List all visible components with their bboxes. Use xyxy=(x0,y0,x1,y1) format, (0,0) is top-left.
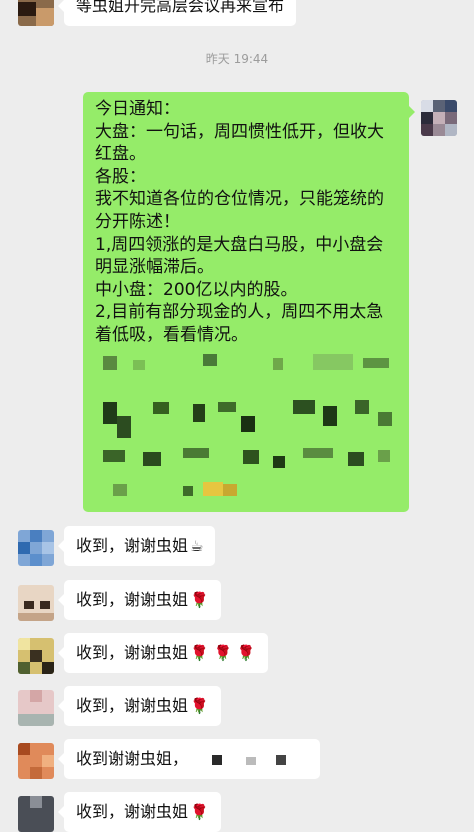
message-bubble[interactable]: 收到谢谢虫姐， xyxy=(58,739,320,779)
message-line: 1,周四领涨的是大盘白马股，中小盘会 xyxy=(95,234,384,255)
rose-icon: 🌹 xyxy=(190,697,209,715)
avatar[interactable] xyxy=(18,585,54,621)
coffee-icon: ☕ xyxy=(190,537,204,555)
message-line: 中小盘：200亿以内的股。 xyxy=(95,279,298,300)
message-bubble[interactable]: 等虫姐开完高层会议再来宣布 xyxy=(57,0,297,26)
message-line: 今日通知： xyxy=(95,99,180,119)
message-line: 各股： xyxy=(95,166,146,187)
message-bubble[interactable]: 收到，谢谢虫姐 🌹 xyxy=(58,686,221,726)
message-line: 大盘：一句话，周四惯性低开，但收大 xyxy=(95,121,384,142)
message-text: 收到谢谢虫姐， xyxy=(76,749,189,768)
message-line: 2,目前有部分现金的人，周四不用太急 xyxy=(95,302,384,323)
message-line: 明显涨幅滞后。 xyxy=(95,257,214,278)
avatar[interactable] xyxy=(18,690,54,726)
rose-icon: 🌹 🌹 🌹 xyxy=(190,644,256,662)
notice-message-bubble[interactable]: 今日通知： 大盘：一句话，周四惯性低开，但收大 红盘。 各股： 我不知道各位的仓… xyxy=(83,92,415,512)
avatar[interactable] xyxy=(18,0,54,26)
message-text: 收到，谢谢虫姐 xyxy=(76,536,189,555)
message-line: 我不知道各位的仓位情况，只能笼统的 xyxy=(95,189,384,210)
message-bubble[interactable]: 收到，谢谢虫姐 🌹 🌹 🌹 xyxy=(58,633,268,673)
message-line: 着低吸，看看情况。 xyxy=(95,324,248,345)
message-text: 等虫姐开完高层会议再来宣布 xyxy=(76,0,285,15)
message-text: 收到，谢谢虫姐 xyxy=(76,590,189,609)
message-text: 收到，谢谢虫姐 xyxy=(76,802,189,821)
message-line: 分开陈述！ xyxy=(95,211,180,232)
avatar[interactable] xyxy=(18,796,54,832)
avatar[interactable] xyxy=(18,743,54,779)
avatar[interactable] xyxy=(18,638,54,674)
avatar[interactable] xyxy=(18,530,54,566)
avatar[interactable] xyxy=(421,100,457,136)
message-text: 收到，谢谢虫姐 xyxy=(76,643,189,662)
message-bubble[interactable]: 收到，谢谢虫姐 🌹 xyxy=(58,792,221,832)
message-bubble[interactable]: 收到，谢谢虫姐 ☕ xyxy=(57,526,216,566)
timestamp: 昨天 19:44 xyxy=(205,52,269,66)
message-text: 收到，谢谢虫姐 xyxy=(76,696,189,715)
rose-icon: 🌹 xyxy=(190,591,209,609)
redacted-text-mosaic xyxy=(204,755,286,767)
redacted-text-mosaic xyxy=(93,352,403,502)
message-bubble[interactable]: 收到，谢谢虫姐 🌹 xyxy=(58,580,221,620)
message-line: 红盘。 xyxy=(95,144,146,165)
rose-icon: 🌹 xyxy=(190,803,209,821)
